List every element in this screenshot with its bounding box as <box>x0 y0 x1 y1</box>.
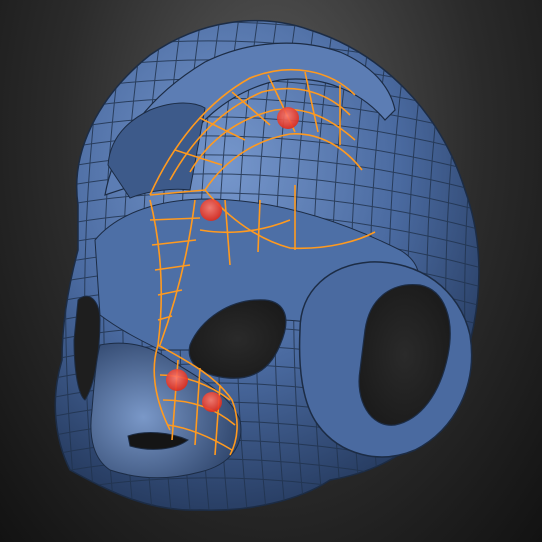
marker-3-pin-icon[interactable] <box>166 369 188 391</box>
marker-4-pin-icon[interactable] <box>202 392 222 412</box>
wire-line <box>28 10 50 530</box>
helmet-body <box>28 10 480 530</box>
mesh-canvas[interactable] <box>0 0 542 542</box>
marker-2-pin-icon[interactable] <box>200 199 222 221</box>
3d-viewport[interactable] <box>0 0 542 542</box>
marker-1-pin-icon[interactable] <box>277 107 299 129</box>
